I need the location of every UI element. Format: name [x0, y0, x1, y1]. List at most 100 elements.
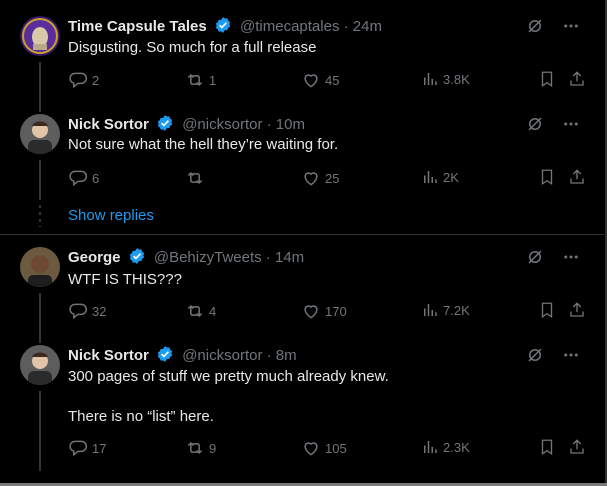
bookmark-icon	[541, 302, 553, 319]
reply-button[interactable]: 32	[68, 301, 106, 321]
reply-icon	[69, 72, 88, 89]
views-icon	[424, 171, 437, 183]
avatar[interactable]	[20, 114, 60, 154]
repost-icon	[187, 304, 203, 318]
like-button[interactable]: 105	[301, 438, 347, 458]
bookmark-button[interactable]	[538, 70, 556, 88]
reply-button[interactable]: 6	[68, 168, 99, 188]
action-bar: 32 4 170 7.2K	[68, 301, 584, 321]
share-button[interactable]	[568, 301, 586, 319]
avatar[interactable]	[20, 345, 60, 385]
show-replies-link[interactable]: Show replies	[68, 207, 154, 224]
repost-button[interactable]: 4	[185, 301, 216, 321]
tweet[interactable]: George @BehizyTweets · 14m WTF IS THIS??…	[0, 235, 604, 335]
thread-line	[39, 62, 41, 102]
display-name[interactable]: Nick Sortor	[68, 347, 149, 364]
avatar[interactable]	[20, 247, 60, 287]
bookmark-button[interactable]	[538, 438, 556, 456]
reply-icon	[69, 303, 88, 320]
repost-button[interactable]: 1	[185, 70, 216, 90]
bookmark-button[interactable]	[538, 301, 556, 319]
action-bar: 6 25 2K	[68, 168, 584, 188]
share-icon	[570, 71, 584, 86]
thread-line	[39, 335, 41, 343]
views-icon	[424, 441, 437, 453]
grok-icon[interactable]	[526, 248, 544, 266]
repost-count: 4	[209, 303, 217, 319]
verified-icon	[156, 345, 174, 367]
like-icon	[304, 305, 318, 319]
repost-count: 9	[209, 440, 217, 456]
repost-button[interactable]: 9	[185, 438, 216, 458]
views-button[interactable]: 2.3K	[421, 438, 470, 456]
like-count: 25	[325, 170, 340, 186]
grok-icon[interactable]	[526, 17, 544, 35]
grok-icon[interactable]	[526, 115, 544, 133]
like-icon	[304, 442, 318, 456]
display-name[interactable]: George	[68, 249, 121, 266]
display-name[interactable]: Nick Sortor	[68, 116, 149, 133]
timestamp[interactable]: 8m	[276, 347, 297, 364]
share-button[interactable]	[568, 438, 586, 456]
tweet[interactable]: Nick Sortor @nicksortor · 8m 300 pages o…	[0, 335, 604, 483]
reply-button[interactable]: 2	[68, 70, 99, 90]
share-icon	[570, 169, 584, 184]
verified-icon	[128, 247, 146, 269]
repost-count: 1	[209, 72, 217, 88]
handle[interactable]: @nicksortor	[182, 116, 262, 133]
view-count: 2K	[443, 169, 459, 185]
like-button[interactable]: 45	[301, 70, 339, 90]
views-button[interactable]: 7.2K	[421, 301, 470, 319]
view-count: 2.3K	[443, 439, 470, 455]
more-icon[interactable]	[562, 17, 580, 35]
reply-count: 17	[92, 440, 107, 456]
share-button[interactable]	[568, 70, 586, 88]
reply-count: 32	[92, 303, 107, 319]
views-icon	[424, 304, 437, 316]
timestamp[interactable]: 24m	[353, 18, 382, 35]
action-bar: 17 9 105 2.3K	[68, 438, 584, 458]
reply-icon	[69, 440, 88, 457]
views-icon	[424, 73, 437, 85]
repost-icon	[187, 171, 203, 185]
tweet-text: Disgusting. So much for a full release	[68, 39, 317, 56]
share-button[interactable]	[568, 168, 586, 186]
handle[interactable]: @timecaptales	[240, 18, 339, 35]
reply-button[interactable]: 17	[68, 438, 106, 458]
reply-icon	[69, 170, 88, 187]
more-icon[interactable]	[562, 248, 580, 266]
verified-icon	[214, 16, 232, 38]
like-button[interactable]: 170	[301, 301, 347, 321]
like-button[interactable]: 25	[301, 168, 339, 188]
repost-button[interactable]	[185, 168, 209, 188]
like-count: 45	[325, 72, 340, 88]
tweet-text: Not sure what the hell they’re waiting f…	[68, 136, 339, 153]
thread-line	[39, 100, 41, 112]
thread-line	[39, 391, 41, 471]
bookmark-icon	[541, 71, 553, 88]
more-icon[interactable]	[562, 346, 580, 364]
handle[interactable]: @BehizyTweets	[154, 249, 262, 266]
views-button[interactable]: 3.8K	[421, 70, 470, 88]
bookmark-button[interactable]	[538, 168, 556, 186]
tweet[interactable]: Nick Sortor @nicksortor · 10m Not sure w…	[0, 100, 604, 200]
view-count: 7.2K	[443, 302, 470, 318]
handle[interactable]: @nicksortor	[182, 347, 262, 364]
view-count: 3.8K	[443, 71, 470, 87]
share-icon	[570, 439, 584, 454]
timestamp[interactable]: 14m	[275, 249, 304, 266]
tweet[interactable]: Time Capsule Tales @timecaptales · 24m D…	[0, 0, 604, 102]
like-count: 170	[325, 303, 347, 319]
repost-icon	[187, 73, 203, 87]
display-name[interactable]: Time Capsule Tales	[68, 18, 207, 35]
bookmark-icon	[541, 169, 553, 186]
grok-icon[interactable]	[526, 346, 544, 364]
avatar[interactable]	[20, 16, 60, 56]
action-bar: 2 1 45 3.8K	[68, 70, 584, 90]
bookmark-icon	[541, 439, 553, 456]
views-button[interactable]: 2K	[421, 168, 459, 186]
tweet-header: Time Capsule Tales @timecaptales · 24m	[68, 16, 382, 36]
timestamp[interactable]: 10m	[276, 116, 305, 133]
reply-count: 6	[92, 170, 100, 186]
more-icon[interactable]	[562, 115, 580, 133]
